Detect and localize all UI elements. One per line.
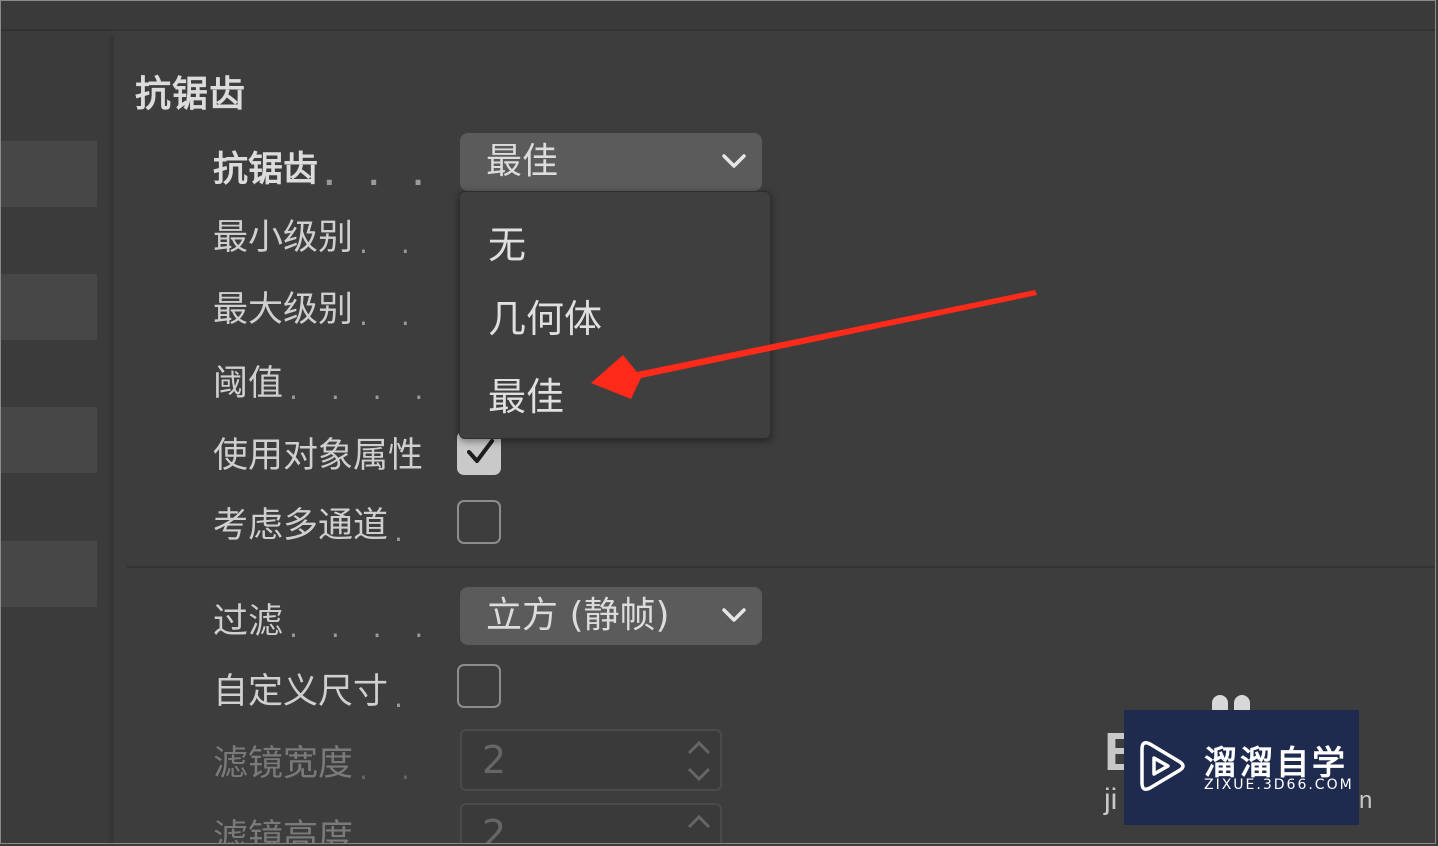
label-dots: .	[394, 681, 415, 714]
filter-label: 过滤. . . .	[213, 593, 435, 644]
section-divider	[127, 566, 1435, 568]
label-dots: . . .	[324, 159, 436, 192]
use-object-props-label: 使用对象属性	[213, 436, 424, 476]
filter-height-label: 滤镜高度	[213, 818, 354, 844]
filter-width-spinner[interactable]: 2	[460, 729, 722, 791]
spinner-arrows-icon	[687, 740, 711, 782]
antialias-label: 抗锯齿. . .	[213, 141, 435, 192]
filter-width-value: 2	[482, 738, 507, 782]
left-list-item[interactable]	[1, 274, 97, 340]
min-level-label-text: 最小级别	[213, 218, 354, 258]
consider-multipass-label: 考虑多通道.	[213, 497, 415, 548]
antialias-dropdown[interactable]: 最佳	[460, 133, 762, 191]
filter-dropdown[interactable]: 立方 (静帧)	[460, 587, 762, 645]
custom-size-label: 自定义尺寸.	[213, 663, 415, 714]
chevron-down-icon	[722, 608, 746, 622]
watermark-url: ZIXUE.3D66.COM	[1204, 777, 1354, 793]
filter-height-spinner[interactable]: 2	[460, 803, 722, 844]
menu-option-geometry[interactable]: 几何体	[488, 288, 602, 343]
checkmark-icon	[467, 439, 494, 463]
left-list-item[interactable]	[1, 541, 97, 607]
background-text: n	[1359, 787, 1373, 814]
section-title: 抗锯齿	[135, 74, 247, 115]
top-strip	[1, 1, 1435, 31]
left-list-item[interactable]	[1, 407, 97, 473]
menu-option-best[interactable]: 最佳	[488, 366, 564, 421]
antialias-dropdown-menu: 无 几何体 最佳	[459, 191, 771, 439]
filter-label-text: 过滤	[213, 602, 284, 642]
antialias-dropdown-value: 最佳	[486, 141, 559, 182]
chevron-down-icon	[722, 154, 746, 168]
label-dots: .	[394, 515, 415, 548]
antialias-label-text: 抗锯齿	[213, 150, 319, 190]
watermark: 溜溜自学 ZIXUE.3D66.COM	[1124, 710, 1359, 825]
threshold-label-text: 阈值	[213, 364, 284, 404]
max-level-label: 最大级别. .	[213, 281, 422, 332]
left-column	[1, 31, 109, 843]
filter-height-value: 2	[482, 812, 507, 844]
label-dots: . .	[359, 299, 422, 332]
custom-size-checkbox[interactable]	[457, 664, 501, 708]
label-dots: . .	[359, 753, 422, 786]
filter-width-label: 滤镜宽度. .	[213, 735, 422, 786]
label-dots: . . . .	[289, 611, 436, 644]
render-settings-panel: 抗锯齿 抗锯齿. . . 最佳 最小级别. . 最大级别. . 阈值. . . …	[0, 0, 1436, 844]
consider-multipass-checkbox[interactable]	[457, 500, 501, 544]
consider-multipass-label-text: 考虑多通道	[213, 506, 389, 546]
label-dots: . .	[359, 227, 422, 260]
threshold-label: 阈值. . . .	[213, 355, 435, 406]
filter-dropdown-value: 立方 (静帧)	[486, 595, 670, 636]
max-level-label-text: 最大级别	[213, 290, 354, 330]
spinner-arrows-icon	[687, 814, 711, 829]
menu-option-none[interactable]: 无	[488, 214, 526, 269]
custom-size-label-text: 自定义尺寸	[213, 672, 389, 712]
vertical-divider	[109, 35, 114, 843]
filter-width-label-text: 滤镜宽度	[213, 744, 354, 784]
left-list-item[interactable]	[1, 141, 97, 207]
background-text: ji	[1104, 783, 1118, 816]
play-logo-icon	[1140, 741, 1185, 791]
label-dots: . . . .	[289, 373, 436, 406]
min-level-label: 最小级别. .	[213, 209, 422, 260]
